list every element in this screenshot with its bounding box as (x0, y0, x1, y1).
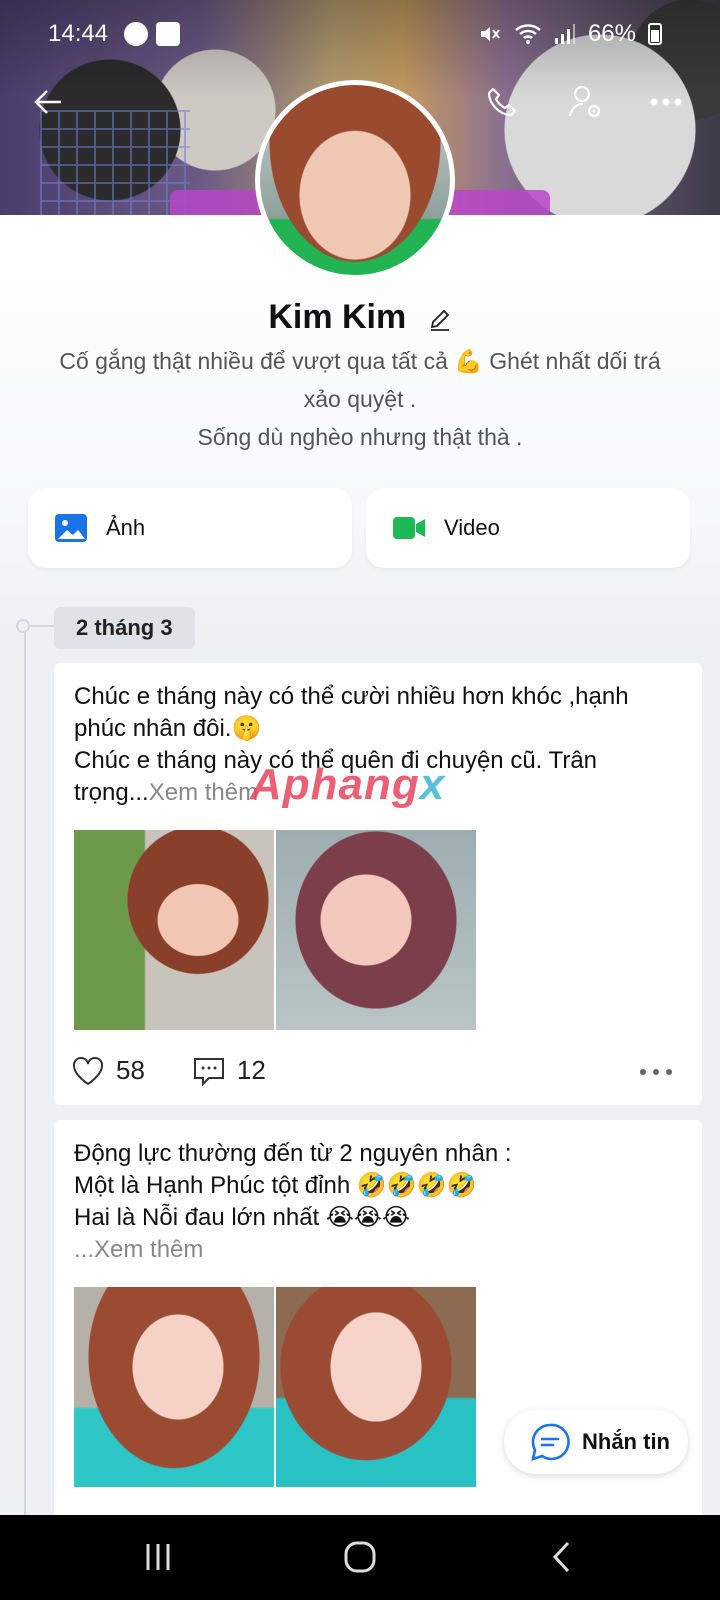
comment-count: 12 (236, 1055, 266, 1085)
like-count: 58 (116, 1055, 145, 1085)
signal-icon (554, 24, 575, 44)
watermark: Aphangx (250, 760, 445, 810)
mute-icon (480, 27, 500, 41)
edit-name-icon[interactable] (428, 307, 452, 331)
photos-label: Ảnh (106, 515, 146, 540)
message-button[interactable]: Nhắn tin (504, 1410, 688, 1474)
home-button[interactable] (330, 1533, 390, 1581)
status-bar: 14:44 66% (0, 0, 720, 70)
like-button[interactable]: 58 (72, 1055, 145, 1086)
video-button[interactable]: Video (366, 488, 690, 568)
battery-percent: 66% (587, 20, 636, 47)
see-more-link[interactable]: Xem thêm (94, 1236, 203, 1263)
recents-button[interactable] (128, 1533, 188, 1581)
dot-icon (666, 1069, 672, 1075)
chat-bubble-icon (531, 1423, 570, 1461)
video-camera-icon (393, 517, 425, 539)
system-nav-bar (0, 1515, 720, 1600)
post-text-prefix: ... (74, 1236, 95, 1263)
message-button-label: Nhắn tin (582, 1429, 670, 1454)
post-actions: 58 12 (72, 1055, 314, 1086)
shop-icon (156, 22, 180, 46)
recents-icon (146, 1544, 170, 1570)
battery-icon (648, 23, 662, 45)
status-time: 14:44 (48, 20, 109, 47)
messenger-icon (124, 22, 148, 46)
post-photo[interactable] (276, 1287, 476, 1487)
notification-icons (124, 22, 180, 46)
profile-avatar[interactable] (255, 80, 455, 280)
back-arrow-icon (34, 90, 61, 114)
post-photo[interactable] (74, 1287, 274, 1487)
watermark-part: Aphang (250, 760, 420, 809)
home-icon (344, 1541, 376, 1573)
timeline-line (24, 625, 26, 1525)
wifi-icon (515, 24, 541, 44)
post-text-line: Chúc e tháng này có thể cười nhiều hơn k… (74, 683, 629, 710)
profile-settings-button[interactable] (562, 78, 610, 126)
photo-icon (55, 514, 87, 542)
post-text-line: ...Xem thêm (74, 1234, 674, 1266)
back-button[interactable] (24, 78, 72, 126)
profile-bio: Cố gắng thật nhiều để vượt qua tất cả 💪 … (24, 342, 696, 456)
post-text-line: Một là Hạnh Phúc tột đỉnh 🤣🤣🤣🤣 (74, 1172, 477, 1199)
timeline-connector (30, 625, 54, 627)
photos-button[interactable]: Ảnh (28, 488, 352, 568)
post-more-options[interactable] (640, 1069, 672, 1075)
timeline-date: 2 tháng 3 (54, 607, 195, 649)
watermark-part: x (419, 760, 446, 809)
video-label: Video (444, 515, 500, 540)
bio-line: Sống dù nghèo nhưng thật thà . (197, 424, 523, 450)
post-card[interactable]: Động lực thường đến từ 2 nguyên nhân : M… (54, 1120, 702, 1540)
post-text: Động lực thường đến từ 2 nguyên nhân : M… (74, 1138, 674, 1266)
back-chevron-icon (552, 1541, 570, 1573)
more-dots-icon (650, 98, 682, 106)
post-photo[interactable] (74, 830, 274, 1030)
timeline-dot (16, 619, 30, 633)
profile-name-row: Kim Kim (0, 298, 720, 337)
bio-line: xảo quyệt . (303, 386, 417, 412)
comment-button[interactable]: 12 (193, 1055, 266, 1086)
bio-line: Cố gắng thật nhiều để vượt qua tất cả 💪 … (59, 348, 661, 374)
post-text-line: phúc nhân đôi.🤫 (74, 715, 262, 742)
post-text-prefix: trọng... (74, 779, 149, 806)
back-nav-button[interactable] (532, 1533, 592, 1581)
post-photo[interactable] (276, 830, 476, 1030)
dot-icon (653, 1069, 659, 1075)
see-more-link[interactable]: Xem thêm (149, 779, 258, 806)
call-button[interactable] (478, 78, 526, 126)
comment-icon (193, 1057, 224, 1086)
post-text-line: Động lực thường đến từ 2 nguyên nhân : (74, 1140, 512, 1167)
post-text-line: Hai là Nỗi đau lớn nhất 😭😭😭 (74, 1204, 411, 1231)
status-right: 66% (478, 20, 662, 48)
profile-name: Kim Kim (268, 298, 407, 336)
more-options-button[interactable] (642, 78, 690, 126)
user-settings-icon (568, 85, 601, 118)
phone-icon (487, 87, 517, 117)
dot-icon (640, 1069, 646, 1075)
post-card[interactable]: Chúc e tháng này có thể cười nhiều hơn k… (54, 663, 702, 1105)
heart-icon (72, 1056, 104, 1085)
